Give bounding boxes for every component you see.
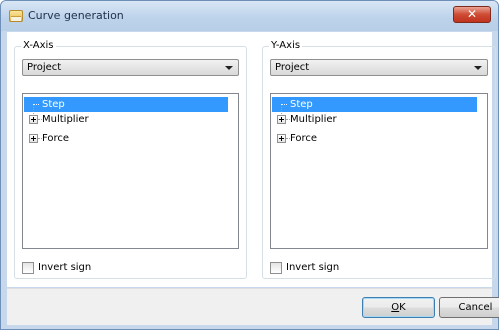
expand-icon[interactable] (29, 134, 38, 143)
ok-mnemonic: O (391, 302, 400, 313)
app-icon (9, 10, 23, 22)
tree-item-label: Force (42, 133, 70, 144)
tree-item-label: Step (290, 99, 313, 110)
tree-line (281, 104, 287, 105)
x-axis-label: X-Axis (21, 40, 56, 51)
button-bar: OK Cancel (7, 288, 499, 325)
curve-generation-dialog: Curve generation ✕ X-Axis Project Step M… (0, 0, 499, 330)
x-invert-sign-label: Invert sign (38, 262, 92, 273)
y-invert-sign-label: Invert sign (286, 262, 340, 273)
x-tree-item-step[interactable]: Step (24, 97, 228, 118)
y-axis-source-value: Project (275, 62, 310, 73)
y-axis-source-dropdown[interactable]: Project (270, 59, 488, 76)
checkbox-box[interactable] (270, 262, 282, 274)
window-title: Curve generation (28, 9, 124, 22)
x-axis-group: X-Axis Project Step Multiplier Force Inv… (14, 40, 247, 279)
ok-label: K (399, 302, 406, 313)
tree-item-label: Step (42, 99, 65, 110)
expand-icon[interactable] (277, 134, 286, 143)
x-axis-source-value: Project (27, 62, 62, 73)
checkbox-box[interactable] (22, 262, 34, 274)
close-button[interactable]: ✕ (453, 6, 491, 23)
expand-icon[interactable] (29, 115, 38, 124)
x-axis-source-dropdown[interactable]: Project (22, 59, 239, 76)
close-icon: ✕ (466, 7, 478, 21)
y-axis-group: Y-Axis Project Step Multiplier Force Inv… (262, 40, 496, 279)
cancel-button[interactable]: Cancel (439, 297, 499, 318)
tree-line (33, 104, 39, 105)
tree-item-label: Multiplier (290, 114, 337, 125)
cancel-label: Cancel (458, 302, 493, 313)
y-tree-item-step[interactable]: Step (272, 97, 477, 118)
x-axis-tree[interactable]: Step Multiplier Force (22, 93, 239, 249)
y-axis-label: Y-Axis (269, 40, 303, 51)
chevron-down-icon (474, 66, 482, 70)
dialog-content: X-Axis Project Step Multiplier Force Inv… (7, 32, 496, 287)
tree-item-label: Multiplier (42, 114, 89, 125)
ok-button[interactable]: OK (362, 297, 435, 318)
tree-item-label: Force (290, 133, 318, 144)
chevron-down-icon (225, 66, 233, 70)
title-bar[interactable]: Curve generation ✕ (1, 1, 498, 31)
expand-icon[interactable] (277, 115, 286, 124)
y-axis-tree[interactable]: Step Multiplier Force (270, 93, 488, 249)
